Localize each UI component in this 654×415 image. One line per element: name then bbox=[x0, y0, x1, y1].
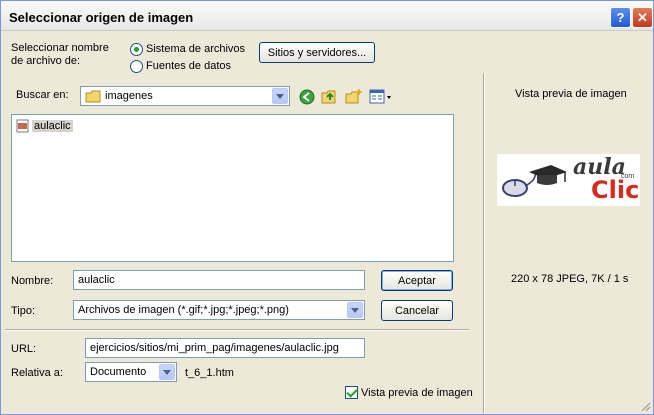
preview-image: aula com Clic bbox=[497, 154, 640, 206]
type-label: Tipo: bbox=[11, 305, 36, 317]
list-item[interactable]: aulaclic bbox=[16, 119, 73, 133]
help-icon: ? bbox=[616, 10, 625, 25]
relative-document: t_6_1.htm bbox=[185, 367, 234, 379]
lookin-label: Buscar en: bbox=[16, 89, 69, 101]
preview-heading: Vista previa de imagen bbox=[515, 88, 627, 100]
preview-checkbox-label[interactable]: Vista previa de imagen bbox=[361, 387, 473, 399]
url-input[interactable]: ejercicios/sitios/mi_prim_pag/imagenes/a… bbox=[85, 338, 365, 358]
file-list[interactable]: aulaclic bbox=[11, 114, 454, 262]
type-dropdown-arrow-icon[interactable] bbox=[347, 302, 363, 318]
radio-filesystem-label[interactable]: Sistema de archivos bbox=[146, 43, 245, 55]
title-bar[interactable]: Seleccionar origen de imagen ? ✕ bbox=[1, 1, 653, 31]
up-folder-icon[interactable] bbox=[321, 88, 339, 105]
close-icon: ✕ bbox=[637, 9, 648, 25]
preview-checkbox[interactable] bbox=[345, 386, 358, 399]
type-value: Archivos de imagen (*.gif;*.jpg;*.jpeg;*… bbox=[78, 304, 289, 316]
window-title: Seleccionar origen de imagen bbox=[9, 10, 194, 25]
sites-servers-button[interactable]: Sitios y servidores... bbox=[259, 42, 375, 63]
file-name: aulaclic bbox=[32, 120, 73, 132]
image-file-icon bbox=[16, 119, 29, 133]
divider bbox=[5, 329, 469, 331]
folder-icon bbox=[85, 90, 101, 103]
source-label: Seleccionar nombre de archivo de: bbox=[11, 42, 109, 67]
new-folder-icon[interactable] bbox=[345, 88, 363, 105]
close-button[interactable]: ✕ bbox=[632, 7, 653, 28]
dialog-window: Seleccionar origen de imagen ? ✕ Selecci… bbox=[0, 0, 654, 415]
radio-datasource[interactable] bbox=[130, 60, 143, 73]
view-menu-icon[interactable] bbox=[369, 89, 393, 105]
mortarboard-mouse-icon bbox=[502, 165, 567, 197]
radio-filesystem[interactable] bbox=[130, 43, 143, 56]
relative-label: Relativa a: bbox=[11, 367, 63, 379]
type-dropdown[interactable]: Archivos de imagen (*.gif;*.jpg;*.jpeg;*… bbox=[73, 300, 365, 320]
name-label: Nombre: bbox=[11, 275, 54, 287]
lookin-value: imagenes bbox=[105, 90, 153, 102]
relative-dropdown[interactable]: Documento bbox=[85, 362, 177, 382]
lookin-dropdown[interactable]: imagenes bbox=[80, 86, 290, 106]
preview-divider bbox=[483, 73, 485, 413]
logo-word-clic: Clic bbox=[591, 176, 640, 204]
relative-value: Documento bbox=[90, 366, 147, 378]
radio-datasource-label[interactable]: Fuentes de datos bbox=[146, 60, 231, 72]
resize-grip-icon[interactable] bbox=[639, 400, 651, 412]
lookin-dropdown-arrow-icon[interactable] bbox=[272, 88, 288, 104]
back-icon[interactable] bbox=[299, 89, 315, 105]
accept-button[interactable]: Aceptar bbox=[381, 270, 453, 291]
url-label: URL: bbox=[11, 343, 37, 355]
relative-dropdown-arrow-icon[interactable] bbox=[159, 364, 175, 380]
name-input[interactable]: aulaclic bbox=[73, 270, 365, 290]
help-button[interactable]: ? bbox=[610, 7, 631, 28]
cancel-button[interactable]: Cancelar bbox=[381, 300, 453, 321]
preview-info: 220 x 78 JPEG, 7K / 1 s bbox=[511, 273, 629, 285]
